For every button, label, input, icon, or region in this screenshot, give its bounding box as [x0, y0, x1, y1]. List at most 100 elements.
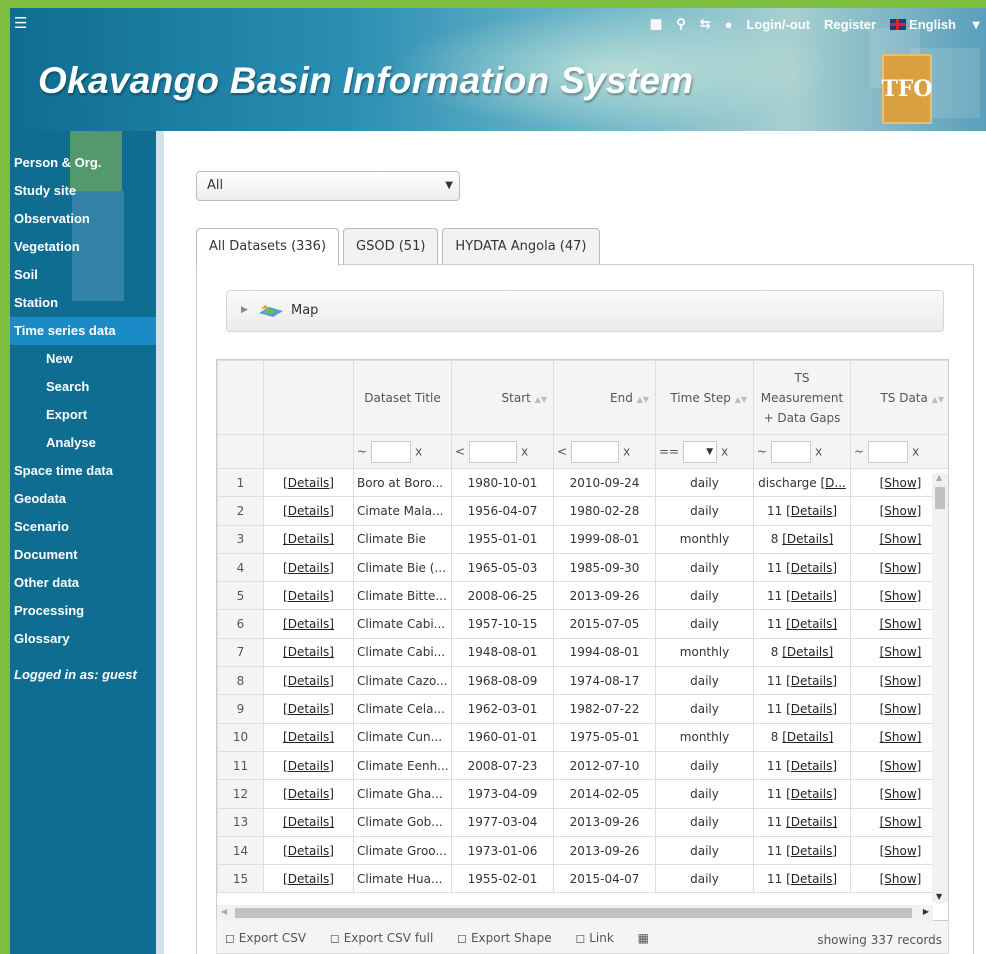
scroll-up-icon[interactable]: ▲ — [936, 473, 942, 482]
map-panel-toggle[interactable]: ▶ Map — [226, 290, 944, 332]
filter-time-step-select[interactable]: ▼ — [683, 440, 718, 463]
hamburger-menu-icon[interactable]: ☰ — [14, 14, 27, 32]
start-date-cell: 1955-01-01 — [451, 524, 554, 554]
measurement-details-link[interactable]: [Details] — [786, 674, 837, 688]
export-csv-link[interactable]: ◻ Export CSV — [225, 931, 316, 945]
col-header-start[interactable]: Start ▲▼ — [451, 360, 554, 435]
swap-icon[interactable]: ⇆ — [700, 16, 711, 32]
clear-filter-button[interactable]: x — [912, 444, 919, 458]
filter-title-input[interactable] — [371, 440, 412, 463]
calendar-icon[interactable]: ▦ — [650, 16, 662, 32]
login-link[interactable]: Login/-out — [746, 17, 810, 32]
sidebar-item-glossary[interactable]: Glossary — [10, 625, 156, 653]
sidebar-item-space-time-data[interactable]: Space time data — [10, 457, 156, 485]
search-icon[interactable]: ⚲ — [676, 16, 686, 32]
details-link[interactable]: [Details] — [263, 524, 354, 554]
sidebar-item-scenario[interactable]: Scenario — [10, 513, 156, 541]
clear-filter-button[interactable]: x — [521, 444, 528, 458]
details-link[interactable]: [Details] — [263, 722, 354, 752]
sidebar-item-other-data[interactable]: Other data — [10, 569, 156, 597]
sidebar-item-person-org[interactable]: Person & Org. — [10, 149, 156, 177]
sidebar-item-geodata[interactable]: Geodata — [10, 485, 156, 513]
user-icon[interactable]: ● — [725, 17, 733, 32]
details-link[interactable]: [Details] — [263, 496, 354, 526]
scroll-thumb[interactable] — [935, 487, 945, 509]
measurement-details-link[interactable]: [D... — [820, 476, 845, 490]
measurement-details-link[interactable]: [Details] — [786, 759, 837, 773]
chevron-down-icon[interactable]: ▼ — [972, 20, 980, 31]
col-header-rownum — [217, 360, 264, 435]
col-header-end[interactable]: End ▲▼ — [553, 360, 656, 435]
details-link[interactable]: [Details] — [263, 552, 354, 583]
sidebar-item-observation[interactable]: Observation — [10, 205, 156, 233]
col-header-time-step[interactable]: Time Step ▲▼ — [655, 360, 754, 435]
tab-hydata-angola[interactable]: HYDATA Angola (47) — [442, 228, 600, 265]
register-link[interactable]: Register — [824, 17, 876, 32]
measurement-details-link[interactable]: [Details] — [782, 730, 833, 744]
measurement-details-link[interactable]: [Details] — [782, 532, 833, 546]
measurement-details-link[interactable]: [Details] — [786, 872, 837, 886]
table-icon[interactable]: ▦ — [638, 931, 649, 945]
clear-filter-button[interactable]: x — [721, 444, 728, 458]
tab-all-datasets[interactable]: All Datasets (336) — [196, 228, 340, 266]
measurement-details-link[interactable]: [Details] — [786, 589, 837, 603]
details-link[interactable]: [Details] — [263, 581, 354, 611]
export-shape-link[interactable]: ◻ Export Shape — [457, 931, 561, 945]
filter-ts-data-input[interactable] — [868, 440, 909, 463]
sidebar-item-study-site[interactable]: Study site — [10, 177, 156, 205]
details-link[interactable]: [Details] — [263, 807, 354, 837]
filter-start-input[interactable] — [469, 440, 518, 463]
col-header-ts-measurement[interactable]: TS Measurement + Data Gaps — [753, 360, 851, 435]
scroll-down-icon[interactable]: ▼ — [936, 892, 942, 901]
measurement-details-link[interactable]: [Details] — [786, 617, 837, 631]
uk-flag-icon — [890, 18, 907, 30]
details-link[interactable]: [Details] — [263, 835, 354, 866]
scroll-left-icon[interactable]: ◀ — [221, 907, 227, 916]
sidebar-item-vegetation[interactable]: Vegetation — [10, 233, 156, 261]
sidebar-item-soil[interactable]: Soil — [10, 261, 156, 289]
sidebar-item-analyse[interactable]: Analyse — [10, 429, 156, 457]
details-link[interactable]: [Details] — [263, 467, 354, 498]
scroll-thumb[interactable] — [235, 908, 912, 918]
table-row: 5 [Details] Climate Bitte... 2008-06-25 2013… — [217, 581, 948, 611]
horizontal-scrollbar[interactable]: ◀ ▶ — [217, 905, 933, 921]
measurement-details-link[interactable]: [Details] — [782, 645, 833, 659]
sidebar-item-time-series-data[interactable]: Time series data — [10, 317, 156, 345]
clear-filter-button[interactable]: x — [415, 444, 422, 458]
filter-end-input[interactable] — [571, 440, 620, 463]
col-header-ts-data[interactable]: TS Data ▲▼ — [850, 360, 948, 435]
clear-filter-button[interactable]: x — [815, 444, 822, 458]
measurement-text: 11 [Details] — [766, 673, 838, 688]
details-link[interactable]: [Details] — [263, 609, 354, 639]
measurement-details-link[interactable]: [Details] — [786, 504, 837, 518]
measurement-details-link[interactable]: [Details] — [786, 844, 837, 858]
details-link[interactable]: [Details] — [263, 864, 354, 894]
export-csv-full-link[interactable]: ◻ Export CSV full — [330, 931, 443, 945]
details-link[interactable]: [Details] — [263, 666, 354, 696]
tab-gsod[interactable]: GSOD (51) — [343, 228, 439, 265]
start-date-cell: 1960-01-01 — [451, 722, 554, 752]
details-link[interactable]: [Details] — [263, 779, 354, 809]
sidebar-item-document[interactable]: Document — [10, 541, 156, 569]
measurement-details-link[interactable]: [Details] — [786, 702, 837, 716]
scroll-right-icon[interactable]: ▶ — [923, 907, 929, 916]
filter-measurement-input[interactable] — [771, 440, 812, 463]
language-selector[interactable]: English — [890, 17, 956, 32]
sidebar-item-processing[interactable]: Processing — [10, 597, 156, 625]
dataset-filter-select[interactable]: All ▼ — [196, 171, 460, 201]
vertical-scrollbar[interactable]: ▲ ▼ — [932, 473, 948, 903]
measurement-details-link[interactable]: [Details] — [786, 787, 837, 801]
clear-filter-button[interactable]: x — [623, 444, 630, 458]
measurement-details-link[interactable]: [Details] — [786, 561, 837, 575]
link-button[interactable]: ◻ Link — [575, 931, 623, 945]
sidebar-item-search[interactable]: Search — [10, 373, 156, 401]
details-link[interactable]: [Details] — [263, 637, 354, 668]
details-link[interactable]: [Details] — [263, 750, 354, 781]
sidebar-item-new[interactable]: New — [10, 345, 156, 373]
measurement-cell: 11 [Details] — [753, 609, 851, 639]
details-link[interactable]: [Details] — [263, 694, 354, 724]
measurement-details-link[interactable]: [Details] — [786, 815, 837, 829]
col-header-dataset-title[interactable]: Dataset Title — [353, 360, 452, 435]
sidebar-item-station[interactable]: Station — [10, 289, 156, 317]
sidebar-item-export[interactable]: Export — [10, 401, 156, 429]
